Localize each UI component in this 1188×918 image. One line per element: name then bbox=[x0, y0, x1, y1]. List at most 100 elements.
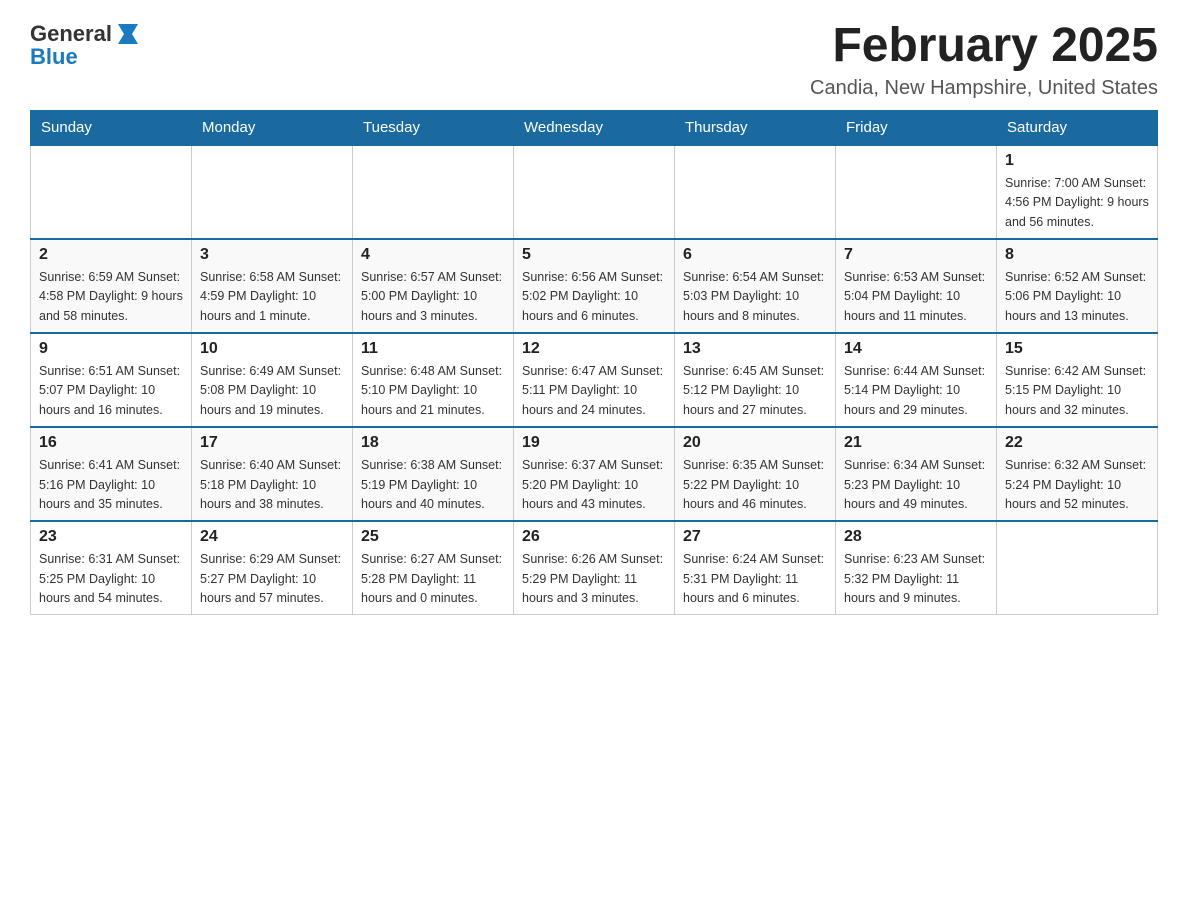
page-header: General Blue February 2025 Candia, New H… bbox=[30, 20, 1158, 100]
blue-flag-icon bbox=[114, 20, 142, 48]
calendar-day-cell bbox=[836, 145, 997, 239]
day-info: Sunrise: 6:54 AM Sunset: 5:03 PM Dayligh… bbox=[683, 268, 827, 326]
day-number: 25 bbox=[361, 528, 505, 546]
day-info: Sunrise: 7:00 AM Sunset: 4:56 PM Dayligh… bbox=[1005, 174, 1149, 232]
calendar-subtitle: Candia, New Hampshire, United States bbox=[810, 77, 1158, 100]
day-number: 8 bbox=[1005, 246, 1149, 264]
day-info: Sunrise: 6:23 AM Sunset: 5:32 PM Dayligh… bbox=[844, 550, 988, 608]
calendar-day-cell: 23 Sunrise: 6:31 AM Sunset: 5:25 PM Dayli… bbox=[31, 521, 192, 615]
calendar-week-row: 9 Sunrise: 6:51 AM Sunset: 5:07 PM Daylig… bbox=[31, 333, 1158, 427]
day-number: 23 bbox=[39, 528, 183, 546]
weekday-header-saturday: Saturday bbox=[997, 110, 1158, 145]
weekday-header-row: SundayMondayTuesdayWednesdayThursdayFrid… bbox=[31, 110, 1158, 145]
calendar-day-cell: 25 Sunrise: 6:27 AM Sunset: 5:28 PM Dayli… bbox=[353, 521, 514, 615]
calendar-title: February 2025 bbox=[810, 20, 1158, 73]
day-info: Sunrise: 6:49 AM Sunset: 5:08 PM Dayligh… bbox=[200, 362, 344, 420]
day-number: 9 bbox=[39, 340, 183, 358]
day-number: 19 bbox=[522, 434, 666, 452]
calendar-week-row: 2 Sunrise: 6:59 AM Sunset: 4:58 PM Daylig… bbox=[31, 239, 1158, 333]
calendar-day-cell: 1 Sunrise: 7:00 AM Sunset: 4:56 PM Daylig… bbox=[997, 145, 1158, 239]
day-info: Sunrise: 6:37 AM Sunset: 5:20 PM Dayligh… bbox=[522, 456, 666, 514]
weekday-header-friday: Friday bbox=[836, 110, 997, 145]
calendar-day-cell: 27Sunrise: 6:24 AM Sunset: 5:31 PM Dayli… bbox=[675, 521, 836, 615]
day-info: Sunrise: 6:51 AM Sunset: 5:07 PM Dayligh… bbox=[39, 362, 183, 420]
day-info: Sunrise: 6:27 AM Sunset: 5:28 PM Dayligh… bbox=[361, 550, 505, 608]
day-number: 22 bbox=[1005, 434, 1149, 452]
day-info: Sunrise: 6:58 AM Sunset: 4:59 PM Dayligh… bbox=[200, 268, 344, 326]
day-number: 12 bbox=[522, 340, 666, 358]
day-info: Sunrise: 6:40 AM Sunset: 5:18 PM Dayligh… bbox=[200, 456, 344, 514]
calendar-day-cell: 7 Sunrise: 6:53 AM Sunset: 5:04 PM Daylig… bbox=[836, 239, 997, 333]
day-info: Sunrise: 6:45 AM Sunset: 5:12 PM Dayligh… bbox=[683, 362, 827, 420]
calendar-day-cell: 15 Sunrise: 6:42 AM Sunset: 5:15 PM Dayli… bbox=[997, 333, 1158, 427]
day-info: Sunrise: 6:52 AM Sunset: 5:06 PM Dayligh… bbox=[1005, 268, 1149, 326]
day-info: Sunrise: 6:47 AM Sunset: 5:11 PM Dayligh… bbox=[522, 362, 666, 420]
day-number: 26 bbox=[522, 528, 666, 546]
day-number: 18 bbox=[361, 434, 505, 452]
day-info: Sunrise: 6:32 AM Sunset: 5:24 PM Dayligh… bbox=[1005, 456, 1149, 514]
day-info: Sunrise: 6:59 AM Sunset: 4:58 PM Dayligh… bbox=[39, 268, 183, 326]
day-number: 27 bbox=[683, 528, 827, 546]
calendar-day-cell: 2 Sunrise: 6:59 AM Sunset: 4:58 PM Daylig… bbox=[31, 239, 192, 333]
day-number: 11 bbox=[361, 340, 505, 358]
day-info: Sunrise: 6:44 AM Sunset: 5:14 PM Dayligh… bbox=[844, 362, 988, 420]
calendar-day-cell: 8 Sunrise: 6:52 AM Sunset: 5:06 PM Daylig… bbox=[997, 239, 1158, 333]
calendar-day-cell: 19 Sunrise: 6:37 AM Sunset: 5:20 PM Dayli… bbox=[514, 427, 675, 521]
day-number: 10 bbox=[200, 340, 344, 358]
title-block: February 2025 Candia, New Hampshire, Uni… bbox=[810, 20, 1158, 100]
calendar-day-cell: 17 Sunrise: 6:40 AM Sunset: 5:18 PM Dayli… bbox=[192, 427, 353, 521]
calendar-day-cell: 22 Sunrise: 6:32 AM Sunset: 5:24 PM Dayli… bbox=[997, 427, 1158, 521]
day-info: Sunrise: 6:34 AM Sunset: 5:23 PM Dayligh… bbox=[844, 456, 988, 514]
calendar-day-cell: 3Sunrise: 6:58 AM Sunset: 4:59 PM Daylig… bbox=[192, 239, 353, 333]
calendar-week-row: 16 Sunrise: 6:41 AM Sunset: 5:16 PM Dayli… bbox=[31, 427, 1158, 521]
calendar-day-cell: 11 Sunrise: 6:48 AM Sunset: 5:10 PM Dayli… bbox=[353, 333, 514, 427]
calendar-day-cell: 13 Sunrise: 6:45 AM Sunset: 5:12 PM Dayli… bbox=[675, 333, 836, 427]
weekday-header-sunday: Sunday bbox=[31, 110, 192, 145]
day-number: 21 bbox=[844, 434, 988, 452]
calendar-week-row: 1 Sunrise: 7:00 AM Sunset: 4:56 PM Daylig… bbox=[31, 145, 1158, 239]
calendar-day-cell: 20 Sunrise: 6:35 AM Sunset: 5:22 PM Dayli… bbox=[675, 427, 836, 521]
day-number: 5 bbox=[522, 246, 666, 264]
calendar-day-cell bbox=[675, 145, 836, 239]
day-number: 14 bbox=[844, 340, 988, 358]
calendar-day-cell: 14 Sunrise: 6:44 AM Sunset: 5:14 PM Dayli… bbox=[836, 333, 997, 427]
day-info: Sunrise: 6:31 AM Sunset: 5:25 PM Dayligh… bbox=[39, 550, 183, 608]
calendar-day-cell: 26 Sunrise: 6:26 AM Sunset: 5:29 PM Dayli… bbox=[514, 521, 675, 615]
calendar-day-cell bbox=[514, 145, 675, 239]
calendar-day-cell bbox=[192, 145, 353, 239]
day-info: Sunrise: 6:48 AM Sunset: 5:10 PM Dayligh… bbox=[361, 362, 505, 420]
calendar-day-cell: 18Sunrise: 6:38 AM Sunset: 5:19 PM Dayli… bbox=[353, 427, 514, 521]
calendar-day-cell: 10 Sunrise: 6:49 AM Sunset: 5:08 PM Dayli… bbox=[192, 333, 353, 427]
day-number: 4 bbox=[361, 246, 505, 264]
calendar-day-cell: 16 Sunrise: 6:41 AM Sunset: 5:16 PM Dayli… bbox=[31, 427, 192, 521]
day-number: 20 bbox=[683, 434, 827, 452]
day-number: 17 bbox=[200, 434, 344, 452]
day-number: 24 bbox=[200, 528, 344, 546]
day-info: Sunrise: 6:56 AM Sunset: 5:02 PM Dayligh… bbox=[522, 268, 666, 326]
calendar-day-cell: 28 Sunrise: 6:23 AM Sunset: 5:32 PM Dayli… bbox=[836, 521, 997, 615]
day-info: Sunrise: 6:35 AM Sunset: 5:22 PM Dayligh… bbox=[683, 456, 827, 514]
day-info: Sunrise: 6:57 AM Sunset: 5:00 PM Dayligh… bbox=[361, 268, 505, 326]
day-number: 13 bbox=[683, 340, 827, 358]
day-number: 28 bbox=[844, 528, 988, 546]
day-number: 2 bbox=[39, 246, 183, 264]
day-info: Sunrise: 6:42 AM Sunset: 5:15 PM Dayligh… bbox=[1005, 362, 1149, 420]
weekday-header-wednesday: Wednesday bbox=[514, 110, 675, 145]
day-number: 7 bbox=[844, 246, 988, 264]
day-info: Sunrise: 6:53 AM Sunset: 5:04 PM Dayligh… bbox=[844, 268, 988, 326]
logo: General Blue bbox=[30, 20, 142, 70]
day-info: Sunrise: 6:26 AM Sunset: 5:29 PM Dayligh… bbox=[522, 550, 666, 608]
calendar-day-cell: 4 Sunrise: 6:57 AM Sunset: 5:00 PM Daylig… bbox=[353, 239, 514, 333]
weekday-header-thursday: Thursday bbox=[675, 110, 836, 145]
day-number: 15 bbox=[1005, 340, 1149, 358]
day-info: Sunrise: 6:29 AM Sunset: 5:27 PM Dayligh… bbox=[200, 550, 344, 608]
day-number: 16 bbox=[39, 434, 183, 452]
day-number: 1 bbox=[1005, 152, 1149, 170]
day-info: Sunrise: 6:41 AM Sunset: 5:16 PM Dayligh… bbox=[39, 456, 183, 514]
logo-blue-text: Blue bbox=[30, 44, 78, 70]
calendar-body: 1 Sunrise: 7:00 AM Sunset: 4:56 PM Daylig… bbox=[31, 145, 1158, 615]
day-number: 6 bbox=[683, 246, 827, 264]
calendar-day-cell bbox=[997, 521, 1158, 615]
weekday-header-monday: Monday bbox=[192, 110, 353, 145]
calendar-table: SundayMondayTuesdayWednesdayThursdayFrid… bbox=[30, 110, 1158, 616]
